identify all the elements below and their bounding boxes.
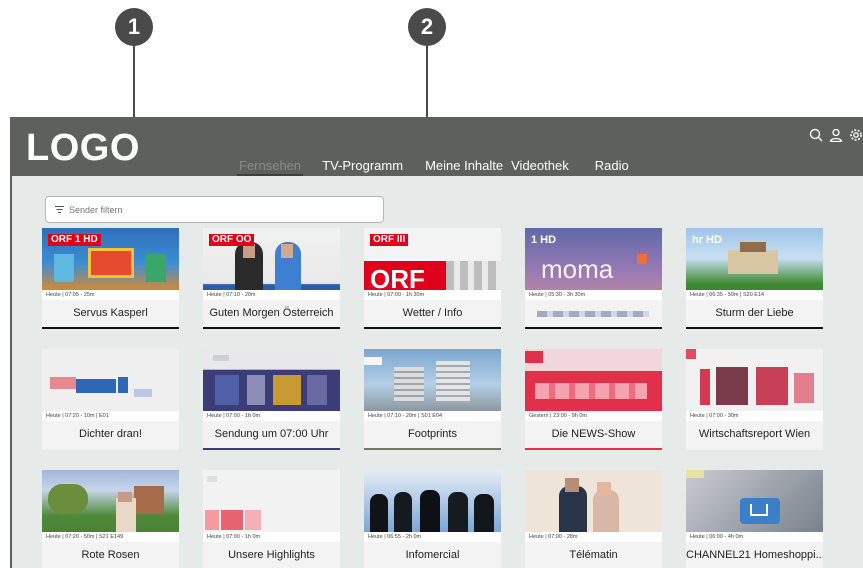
program-meta: Heute | 07:20 - 10m | E01 xyxy=(42,411,179,421)
program-meta: Heute | 06:55 - 2h 0m xyxy=(364,532,501,542)
program-title: Sendung um 07:00 Uhr xyxy=(203,421,340,448)
program-meta: Heute | 06:35 - 50m | S20 E14 xyxy=(686,290,823,300)
channel-logo: hr HD xyxy=(692,234,722,246)
program-meta: Heute | 07:00 - 1h 0m xyxy=(203,411,340,421)
main-nav: Fernsehen TV-Programm Meine Inhalte Vide… xyxy=(237,159,648,176)
channel-tile[interactable]: Heute | 07:10 - 20m | S01 E04 Footprints xyxy=(364,349,501,450)
program-title: Servus Kasperl xyxy=(42,300,179,327)
channel-logo: ORF 1 HD xyxy=(48,234,101,246)
header-icons xyxy=(809,128,863,142)
app-logo: LOGO xyxy=(26,127,140,169)
channel-tile[interactable]: moma 1 HD Heute | 05:30 - 3h 30m xyxy=(525,228,662,329)
channel-tile[interactable]: Heute | 07:20 - 50m | S21 E149 Rote Rose… xyxy=(42,470,179,568)
channel-tile[interactable]: ORF ORF III Heute | 07:00 - 1h 30m Wette… xyxy=(364,228,501,329)
filter-input[interactable] xyxy=(69,204,369,215)
tile-bottom-strip xyxy=(364,327,501,329)
program-title: Rote Rosen xyxy=(42,542,179,568)
channel-tile[interactable]: Heute | 07:00 - 1h 0m Sendung um 07:00 U… xyxy=(203,349,340,450)
program-meta: Heute | 07:00 - 30m xyxy=(686,411,823,421)
callout-1: 1 xyxy=(115,8,153,46)
program-meta: Heute | 05:30 - 3h 30m xyxy=(525,290,662,300)
channel-tile[interactable]: hr HD Heute | 06:35 - 50m | S20 E14 Stur… xyxy=(686,228,823,329)
program-meta: Heute | 07:05 - 25m xyxy=(42,290,179,300)
stage: 1 2 LOGO Fernsehen TV-Programm Meine Inh… xyxy=(0,0,863,568)
tile-bottom-strip xyxy=(42,327,179,329)
program-meta: Heute | 07:20 - 50m | S21 E149 xyxy=(42,532,179,542)
tab-fernsehen[interactable]: Fernsehen xyxy=(237,159,304,176)
program-title: Infomercial xyxy=(364,542,501,568)
program-title: Dichter dran! xyxy=(42,421,179,448)
channel-tile[interactable]: Heute | 07:00 - 1h 0m Unsere Highlights xyxy=(203,470,340,568)
program-title: Unsere Highlights xyxy=(203,542,340,568)
program-title: Die NEWS-Show xyxy=(525,421,662,448)
channel-tile[interactable]: Heute | 07:00 - 30m Wirtschaftsreport Wi… xyxy=(686,349,823,450)
search-icon[interactable] xyxy=(809,128,823,142)
tile-bottom-strip xyxy=(203,327,340,329)
tile-bottom-strip xyxy=(686,327,823,329)
channel-tile[interactable]: Gestern | 23:00 - 9h 0m Die NEWS-Show xyxy=(525,349,662,450)
thumb-text: moma xyxy=(541,254,614,284)
program-meta: Heute | 06:00 - 4h 0m xyxy=(686,532,823,542)
tab-videothek[interactable]: Videothek xyxy=(508,159,572,176)
channel-logo: ORF III xyxy=(370,234,409,246)
program-title: CHANNEL21 Homeshoppi... xyxy=(686,542,823,568)
program-title: Télématin xyxy=(525,542,662,568)
tv-app-window: LOGO Fernsehen TV-Programm Meine Inhalte… xyxy=(10,117,863,568)
channel-tile[interactable]: Heute | 06:00 - 4h 0m CHANNEL21 Homeshop… xyxy=(686,470,823,568)
program-meta: Heute | 07:10 - 20m xyxy=(203,290,340,300)
header: LOGO Fernsehen TV-Programm Meine Inhalte… xyxy=(12,119,863,176)
channel-tile[interactable]: Heute | 06:55 - 2h 0m Infomercial xyxy=(364,470,501,568)
program-title xyxy=(525,300,662,327)
program-title: Sturm der Liebe xyxy=(686,300,823,327)
program-title: Wetter / Info xyxy=(364,300,501,327)
program-meta: Gestern | 23:00 - 9h 0m xyxy=(525,411,662,421)
program-meta: Heute | 07:10 - 20m | S01 E04 xyxy=(364,411,501,421)
program-title: Footprints xyxy=(364,421,501,448)
program-meta: Heute | 07:00 - 1h 0m xyxy=(203,532,340,542)
user-icon[interactable] xyxy=(829,128,843,142)
tab-tv-programm[interactable]: TV-Programm xyxy=(319,159,406,176)
tab-meine-inhalte[interactable]: Meine Inhalte xyxy=(422,159,506,176)
callout-2: 2 xyxy=(408,8,446,46)
tile-bottom-strip xyxy=(525,327,662,329)
channel-logo: 1 HD xyxy=(531,234,557,246)
channel-tile[interactable]: ORF 1 HD Heute | 07:05 - 25m Servus Kasp… xyxy=(42,228,179,329)
program-meta: Heute | 07:00 - 28m xyxy=(525,532,662,542)
program-title: Guten Morgen Österreich xyxy=(203,300,340,327)
channel-filter[interactable] xyxy=(45,196,384,223)
gear-icon[interactable] xyxy=(849,128,863,142)
tab-radio[interactable]: Radio xyxy=(592,159,632,176)
tile-bottom-strip xyxy=(364,448,501,450)
channel-tile[interactable]: Heute | 07:20 - 10m | E01 Dichter dran! xyxy=(42,349,179,450)
program-meta: Heute | 07:00 - 1h 30m xyxy=(364,290,501,300)
filter-icon xyxy=(55,206,64,213)
program-title: Wirtschaftsreport Wien xyxy=(686,421,823,448)
channel-logo: ORF OÖ xyxy=(209,234,255,246)
channel-tile[interactable]: ORF OÖ Heute | 07:10 - 20m Guten Morgen … xyxy=(203,228,340,329)
channel-tile[interactable]: Heute | 07:00 - 28m Télématin xyxy=(525,470,662,568)
